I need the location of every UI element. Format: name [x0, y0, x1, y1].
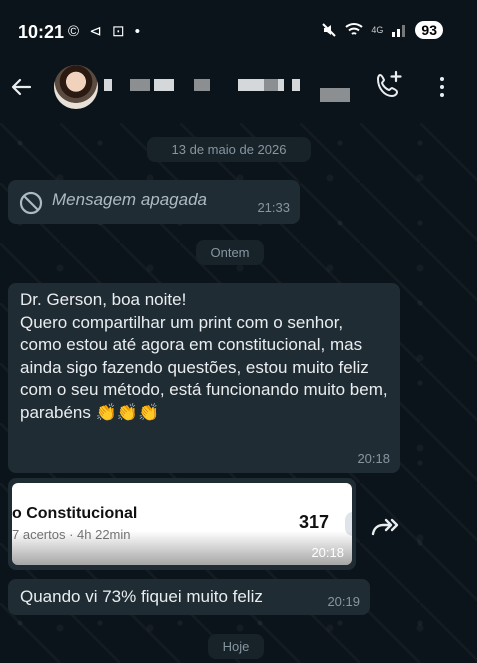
deleted-message-text: Mensagem apagada	[52, 190, 208, 209]
message-time: 20:19	[327, 594, 360, 609]
status-time: 10:21	[18, 22, 65, 42]
screenshot-image[interactable]: o Constitucional 7 acertos · 4h 22min 31…	[12, 483, 352, 565]
forward-icon[interactable]	[369, 512, 401, 540]
arrow-left-icon[interactable]	[6, 72, 36, 102]
message-time: 21:33	[257, 200, 290, 215]
notification-icons: © ⊲ ⊡ •	[68, 23, 143, 40]
message-time: 20:18	[357, 451, 390, 466]
add-call-icon[interactable]	[372, 68, 406, 102]
wifi-icon	[345, 23, 364, 35]
signal-icon	[392, 25, 406, 37]
message-bubble[interactable]: Quando vi 73% fiquei muito feliz 20:19	[8, 579, 370, 615]
deleted-message-bubble[interactable]: Mensagem apagada 21:33	[8, 180, 300, 224]
battery-level: 93	[415, 21, 443, 39]
network-type: 4G	[371, 25, 384, 35]
more-vertical-icon[interactable]	[434, 74, 450, 100]
message-text: Dr. Gerson, boa noite! Quero compartilha…	[20, 290, 388, 422]
contact-avatar[interactable]	[54, 65, 98, 109]
chat-header	[0, 60, 477, 123]
mute-icon	[322, 23, 337, 37]
image-title: o Constitucional	[12, 505, 138, 522]
message-text: Quando vi 73% fiquei muito feliz	[20, 587, 263, 606]
message-bubble[interactable]: Dr. Gerson, boa noite! Quero compartilha…	[8, 283, 400, 473]
ban-icon	[19, 191, 43, 215]
image-message-bubble[interactable]: o Constitucional 7 acertos · 4h 22min 31…	[8, 478, 356, 570]
status-bar: 10:21 © ⊲ ⊡ • 4G 93	[0, 0, 477, 60]
message-time: 20:18	[311, 545, 344, 560]
image-number: 317	[299, 512, 330, 532]
date-divider: Hoje	[208, 634, 264, 659]
date-divider: 13 de maio de 2026	[147, 137, 311, 162]
status-right: 4G 93	[321, 21, 443, 39]
date-divider: Ontem	[196, 240, 264, 265]
